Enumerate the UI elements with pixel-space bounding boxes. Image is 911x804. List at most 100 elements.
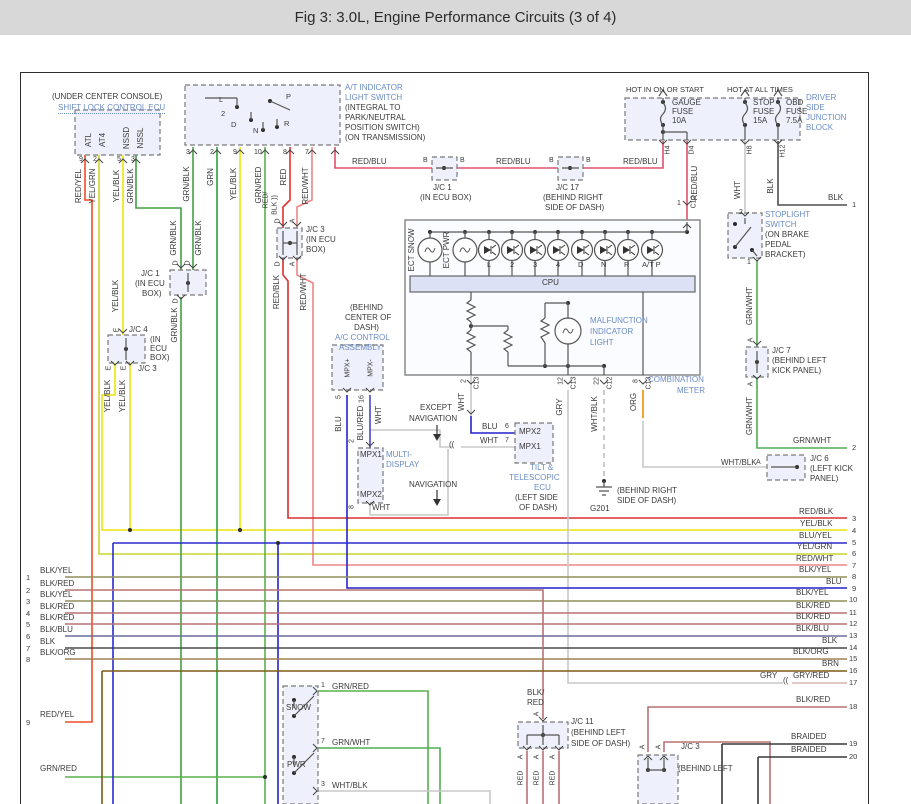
diagram-label: YEL/BLK [104,380,112,412]
diagram-label: 2 [739,209,743,216]
diagram-label: (LEFT KICK [810,465,853,473]
diagram-label: SIDE OF DASH) [571,740,630,748]
diagram-label: GRY [760,672,777,680]
diagram-label: A [748,338,755,343]
diagram-label: 3 [186,149,190,156]
diagram-label: A [656,745,663,750]
diagram-label: MPX2 [519,428,541,436]
diagram-label: BLK/RED [40,603,74,611]
diagram-label: RED [534,771,541,786]
diagram-label: CENTER OF [345,314,391,322]
diagram-label: BLOCK [806,124,833,132]
diagram-label: RED/WHT [796,555,833,563]
diagram-label: (IN ECU [135,280,165,288]
diagram-label: WHT [458,393,466,411]
diagram-label: FUSE [786,108,807,116]
diagram-label: J/C 1 [141,270,160,278]
junction-dot [263,775,267,779]
diagram-label: L [219,96,223,104]
diagram-label: A [550,755,557,760]
diagram-label: GRN/BLK [171,307,179,342]
diagram-label: BOX) [150,354,170,362]
diagram-label: BLK/ORG [793,648,829,656]
diagram-label: ASSEMBLY [339,344,382,352]
diagram-label: GRN/WHT [793,437,831,445]
diagram-label: POSITION SWITCH) [345,124,420,132]
diagram-label: 15A [753,117,767,125]
diagram-label: (ON BRAKE [765,231,809,239]
diagram-label: 2 [461,379,468,383]
diagram-label: B [549,157,554,164]
diagram-label: E [106,366,113,371]
diagram-label: 4 [556,261,560,269]
diagram-label: YEL/BLK [113,170,121,202]
diagram-label: A [748,382,755,387]
diagram-label: (( [449,441,454,449]
diagram-label: J/C 3 [138,365,157,373]
diagram-label: D [275,218,282,223]
diagram-label: GRN/BLK [195,220,203,255]
diagram-label: RED [550,771,557,786]
wiring-diagram-page: Fig 3: 3.0L, Engine Performance Circuits… [0,0,911,804]
diagram-label: B [423,157,428,164]
diagram-label: WHT/BLK [591,396,599,432]
diagram-label: WHT/BLK [721,459,757,467]
diagram-label: 16 [359,395,366,403]
diagram-label: YEL/GRN [797,543,832,551]
diagram-label: NAVIGATION [409,481,457,489]
diagram-label: 8 [852,573,856,581]
diagram-label: 2 [93,156,97,163]
diagram-label: COMBINATION [648,376,704,384]
diagram-label: RED/BLK [273,275,281,309]
diagram-label: MALFUNCTION [590,317,648,325]
diagram-label: 20 [849,753,857,761]
diagram-label: (INTEGRAL TO [345,104,400,112]
diagram-label: 8 [26,656,30,664]
diagram-label: A/T P [642,261,661,269]
diagram-label: E [114,328,121,333]
diagram-label: BLU/RED [357,406,365,441]
diagram-label: WHT/BLK [332,782,368,790]
diagram-label: BRACKET) [765,251,805,259]
at-indicator-switch-box [185,85,340,145]
diagram-label: 8 [283,149,287,156]
diagram-label: G201 [590,505,610,513]
diagram-label: BLK/RED [796,613,830,621]
diagram-label: BRAIDED [791,746,827,754]
diagram-label: BLK [828,194,843,202]
wiring-svg [0,0,911,804]
diagram-label: PEDAL [765,241,791,249]
diagram-label: MPX1 [360,451,382,459]
diagram-label: 1 [677,200,681,207]
junction-dot [128,528,132,532]
diagram-label: BLU [826,578,842,586]
diagram-label: JUNCTION [806,114,846,122]
diagram-label: 7 [505,437,509,444]
diagram-label: PARK/NEUTRAL [345,114,406,122]
diagram-label: H12 [780,145,787,158]
diagram-label: 10 [849,596,857,604]
diagram-label: BLK [822,637,837,645]
diagram-label: C12 [607,377,614,390]
diagram-label: 16 [849,667,857,675]
diagram-label: BLK/YEL [40,591,72,599]
diagram-label: 5 [26,621,30,629]
diagram-label: MPX+ [345,358,352,377]
diagram-label: 15 [849,655,857,663]
junction-dot [733,222,737,226]
diagram-label: 8 [633,379,640,383]
diagram-label: 19 [849,740,857,748]
diagram-label: HOT IN ON OR START [626,86,704,94]
diagram-label: D [185,260,192,265]
diagram-label: A [290,262,297,267]
diagram-label: MPX2 [360,491,382,499]
diagram-label: 3 [533,261,537,269]
diagram-label: J/C 3 [681,743,700,751]
diagram-label: TILT & [530,464,553,472]
diagram-label: SIDE OF DASH) [545,204,604,212]
diagram-label: R [284,120,289,128]
diagram-label: GRN [207,168,215,186]
diagram-label: 1 [26,574,30,582]
diagram-label: NSSL [137,128,145,149]
diagram-label: L [487,261,491,269]
